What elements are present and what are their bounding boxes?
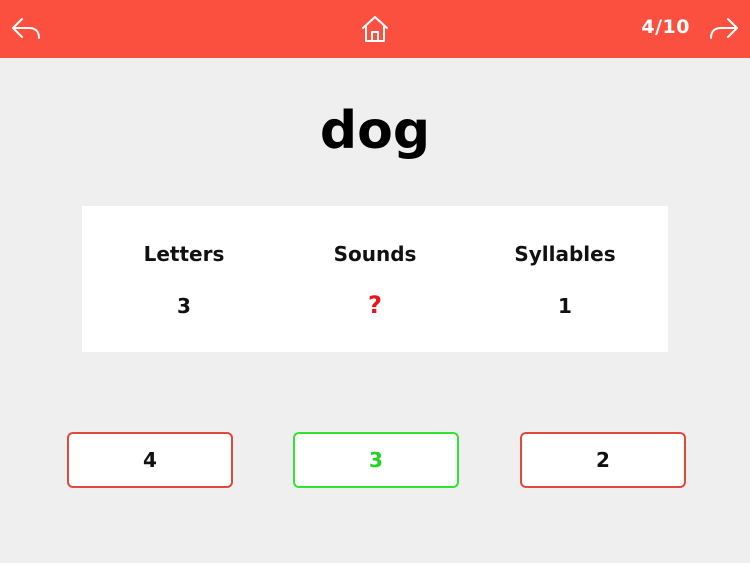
- syllables-value: 1: [558, 294, 572, 318]
- sounds-label: Sounds: [333, 242, 417, 266]
- answer-button-3[interactable]: 2: [520, 432, 686, 488]
- target-word: dog: [319, 101, 431, 161]
- top-bar: 4/10: [0, 0, 750, 58]
- home-icon: [362, 16, 388, 42]
- back-button[interactable]: [8, 13, 44, 45]
- syllables-label: Syllables: [514, 242, 616, 266]
- forward-button[interactable]: [705, 13, 743, 45]
- answer-button-1[interactable]: 4: [67, 432, 233, 488]
- letters-value: 3: [177, 294, 191, 318]
- answer-button-2[interactable]: 3: [293, 432, 459, 488]
- letters-label: Letters: [143, 242, 225, 266]
- forward-arrow-icon: [710, 18, 738, 39]
- sounds-question-mark-icon: ?: [368, 291, 382, 319]
- progress-counter: 4/10: [641, 16, 690, 38]
- word-info-card: Letters 3 Sounds ? Syllables 1: [82, 206, 668, 352]
- home-button[interactable]: [357, 12, 393, 46]
- back-arrow-icon: [12, 18, 40, 39]
